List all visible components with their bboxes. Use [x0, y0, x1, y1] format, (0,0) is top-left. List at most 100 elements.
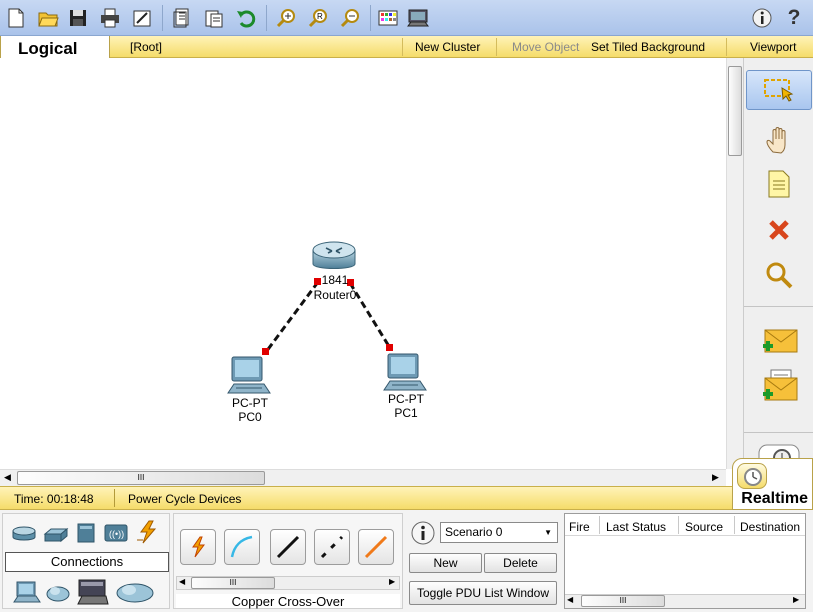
- save-icon[interactable]: [66, 6, 90, 30]
- pc1-name-label: PC1: [394, 406, 418, 420]
- network-workspace[interactable]: 1841 Router0 PC-PT PC0 PC-PT PC1: [0, 58, 726, 469]
- scroll-right-arrow-icon[interactable]: ▶: [793, 595, 799, 604]
- workspace-horizontal-scrollbar[interactable]: ◀ III ▶: [0, 469, 726, 486]
- new-cluster-button[interactable]: New Cluster: [415, 40, 480, 54]
- device-and-scenario-panel: ((•)) Connections ◀ III ▶ Copper Cross-O…: [0, 510, 813, 612]
- scroll-right-arrow-icon[interactable]: ▶: [712, 472, 719, 483]
- pdu-list-header: Fire Last Status Source Destination: [565, 514, 805, 536]
- end-devices-category-icon[interactable]: [13, 580, 41, 604]
- palette-icon[interactable]: [376, 6, 400, 30]
- time-display: Time: 00:18:48: [14, 492, 94, 506]
- pdu-list-scroll-thumb[interactable]: III: [581, 595, 665, 607]
- pdu-list-table: Fire Last Status Source Destination ◀ II…: [564, 513, 806, 609]
- copy-icon[interactable]: [170, 6, 194, 30]
- pdu-list-scrollbar[interactable]: ◀ III ▶: [565, 594, 805, 608]
- zoom-in-icon[interactable]: [274, 6, 298, 30]
- add-simple-pdu-icon[interactable]: [754, 324, 804, 360]
- connection-types-scrollbar[interactable]: ◀ III ▶: [176, 576, 400, 590]
- horizontal-scroll-thumb[interactable]: III: [17, 471, 265, 485]
- new-scenario-button[interactable]: New: [409, 553, 482, 573]
- delete-icon[interactable]: [754, 212, 804, 248]
- set-tiled-background-button[interactable]: Set Tiled Background: [591, 40, 705, 54]
- column-header-fire[interactable]: Fire: [569, 520, 590, 534]
- logical-tab-label: Logical: [18, 39, 78, 58]
- zoom-out-icon[interactable]: [338, 6, 362, 30]
- info-icon[interactable]: [750, 6, 774, 30]
- scroll-left-arrow-icon[interactable]: ◀: [4, 472, 11, 483]
- scroll-right-arrow-icon[interactable]: ▶: [389, 577, 395, 586]
- scenario-info-icon[interactable]: [410, 520, 436, 546]
- scroll-left-arrow-icon[interactable]: ◀: [567, 595, 573, 604]
- svg-text:R: R: [317, 12, 323, 21]
- column-header-destination[interactable]: Destination: [740, 520, 800, 534]
- common-tools-bar: [743, 58, 813, 486]
- device-category-label: Connections: [5, 552, 169, 572]
- paste-icon[interactable]: [202, 6, 226, 30]
- link-layer: [262, 278, 393, 355]
- hubs-category-icon[interactable]: [75, 522, 97, 544]
- column-separator: [599, 516, 600, 534]
- realtime-tab-label: Realtime: [741, 490, 808, 507]
- console-cable-icon[interactable]: [224, 529, 260, 565]
- undo-icon[interactable]: [234, 6, 258, 30]
- connection-types-box: ◀ III ▶ Copper Cross-Over: [173, 513, 403, 609]
- pc1-icon[interactable]: [382, 352, 428, 392]
- fiber-cable-icon[interactable]: [358, 529, 394, 565]
- svg-text:((•)): ((•)): [109, 529, 124, 539]
- add-complex-pdu-icon[interactable]: [754, 368, 804, 404]
- bar-separator: [726, 38, 727, 56]
- toggle-pdu-list-window-button[interactable]: Toggle PDU List Window: [409, 581, 557, 605]
- power-cycle-devices-button[interactable]: Power Cycle Devices: [128, 492, 241, 506]
- pc0-icon[interactable]: [226, 355, 272, 395]
- inspect-icon[interactable]: [754, 258, 804, 294]
- routers-category-icon[interactable]: [11, 524, 37, 544]
- router-model-label: 1841: [321, 273, 349, 287]
- scenario-panel: Scenario 0 ▼ New Delete Toggle PDU List …: [406, 513, 560, 609]
- realtime-tab[interactable]: Realtime: [732, 458, 813, 510]
- bar-separator: [496, 38, 497, 56]
- vertical-scroll-thumb[interactable]: [728, 66, 742, 156]
- custom-made-devices-category-icon[interactable]: [77, 578, 109, 606]
- automatic-connection-icon[interactable]: [180, 529, 216, 565]
- workspace-vertical-scrollbar[interactable]: [726, 58, 743, 469]
- device-type-selection-box: ((•)) Connections: [2, 513, 170, 609]
- chevron-down-icon: ▼: [544, 528, 552, 537]
- column-header-last-status[interactable]: Last Status: [606, 520, 666, 534]
- help-icon[interactable]: ?: [782, 6, 806, 30]
- move-hand-icon[interactable]: [754, 122, 804, 158]
- connections-category-icon[interactable]: [135, 520, 161, 544]
- column-separator: [734, 516, 735, 534]
- open-folder-icon[interactable]: [36, 6, 60, 30]
- realtime-clock-icon: [737, 463, 767, 489]
- copper-cross-over-icon[interactable]: [314, 529, 350, 565]
- wireless-devices-category-icon[interactable]: ((•)): [103, 522, 129, 544]
- print-icon[interactable]: [98, 6, 122, 30]
- viewport-button[interactable]: Viewport: [750, 40, 796, 54]
- logical-workspace-bar: [Root] New Cluster Move Object Set Tiled…: [0, 36, 813, 58]
- select-icon[interactable]: [746, 70, 812, 110]
- scroll-left-arrow-icon[interactable]: ◀: [179, 577, 185, 586]
- move-object-button[interactable]: Move Object: [512, 40, 579, 54]
- activity-wizard-icon[interactable]: [130, 6, 154, 30]
- wan-emulation-category-icon[interactable]: [45, 582, 71, 604]
- router-icon[interactable]: [311, 240, 357, 274]
- column-header-source[interactable]: Source: [685, 520, 723, 534]
- new-file-icon[interactable]: [4, 6, 28, 30]
- connection-types-scroll-thumb[interactable]: III: [191, 577, 275, 589]
- copper-straight-through-icon[interactable]: [270, 529, 306, 565]
- custom-device-icon[interactable]: [406, 6, 430, 30]
- router-name-label: Router0: [313, 288, 357, 302]
- pc0-model-label: PC-PT: [232, 396, 268, 410]
- multiuser-connection-category-icon[interactable]: [115, 580, 155, 604]
- packet-tracer-window: R ? [Root] New Cluster Move Object Set T…: [0, 0, 813, 612]
- zoom-reset-icon[interactable]: R: [306, 6, 330, 30]
- delete-scenario-button[interactable]: Delete: [484, 553, 557, 573]
- scenario-select[interactable]: Scenario 0 ▼: [440, 522, 558, 543]
- main-toolbar: R ?: [0, 0, 813, 36]
- switches-category-icon[interactable]: [43, 526, 69, 544]
- pc1-model-label: PC-PT: [388, 392, 424, 406]
- root-breadcrumb[interactable]: [Root]: [130, 40, 162, 54]
- pc0-name-label: PC0: [238, 410, 262, 424]
- link-status-light: [262, 348, 269, 355]
- note-icon[interactable]: [754, 166, 804, 202]
